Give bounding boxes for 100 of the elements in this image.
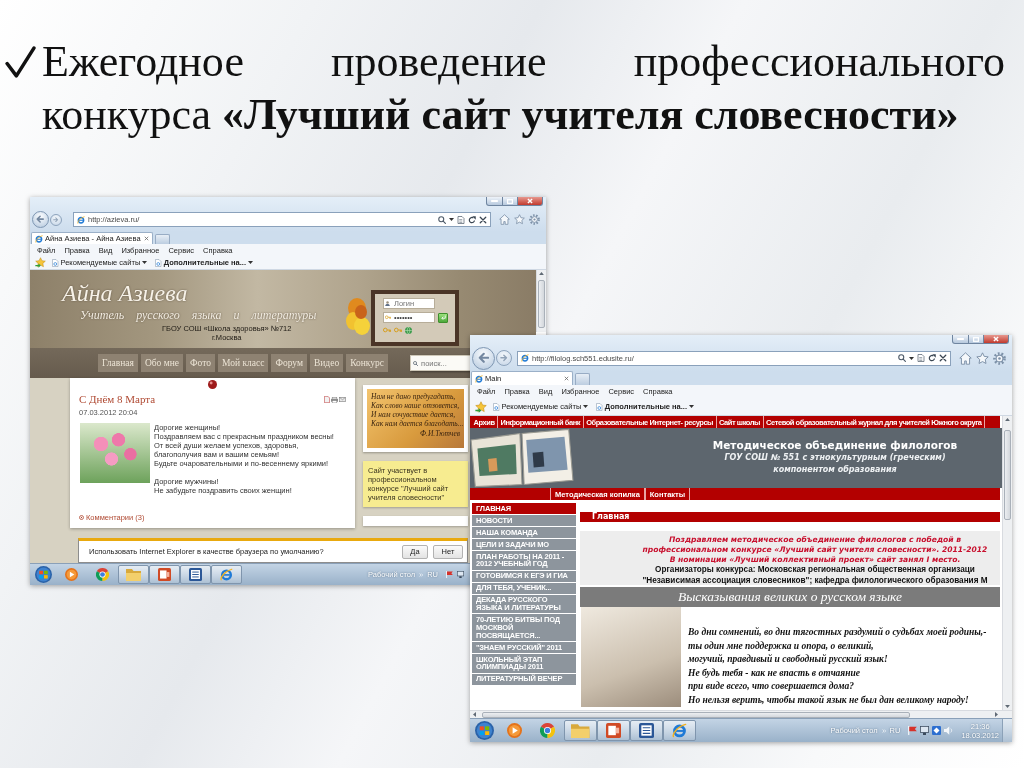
login-button[interactable] — [438, 312, 448, 323]
folder-icon — [125, 568, 142, 581]
arrow-left-icon — [36, 215, 45, 224]
arrow-right-icon — [53, 216, 59, 223]
taskbar-button[interactable] — [211, 565, 242, 584]
caret-icon — [248, 261, 254, 264]
close-icon[interactable] — [144, 236, 149, 241]
scrollbar-thumb[interactable] — [1004, 430, 1011, 520]
browser-logo-icon — [672, 723, 687, 738]
close-button[interactable] — [984, 335, 1009, 344]
taskbar-button[interactable] — [630, 720, 663, 741]
new-tab-button[interactable] — [575, 373, 590, 385]
close-button[interactable] — [518, 197, 543, 206]
close-icon — [993, 336, 999, 342]
caret-icon — [583, 405, 589, 408]
folder-icon — [571, 723, 590, 738]
arrow-up-icon — [539, 272, 544, 275]
comment-icon — [79, 515, 84, 520]
organizers-text: Организаторы конкурса: Московская региональная общественная организаци "Независимая ассоциация словесников"; кафедра филологического образования М — [642, 565, 988, 586]
show-desktop-button[interactable] — [1002, 719, 1012, 742]
taskbar-button[interactable] — [663, 720, 696, 741]
play-circle-icon — [65, 568, 78, 581]
back-button[interactable] — [32, 211, 49, 228]
app-tile-icon[interactable] — [932, 726, 942, 735]
envelope-icon[interactable] — [339, 397, 346, 402]
refresh-icon[interactable] — [928, 354, 936, 362]
section-title-bar: Высказывания великих о русском языке — [580, 587, 1000, 607]
arrow-down-icon — [1005, 705, 1010, 708]
caret-icon — [689, 405, 695, 408]
home-icon[interactable] — [959, 351, 972, 365]
taskbar-button[interactable] — [180, 565, 211, 584]
forward-button[interactable] — [50, 213, 62, 226]
monitor-icon[interactable] — [920, 726, 930, 735]
site-subtitle: ГОУ СОШ № 551 с этнокультурным (греческим) компонентом образования — [724, 452, 946, 476]
search-icon[interactable] — [438, 215, 446, 224]
taskbar-button[interactable] — [149, 565, 180, 584]
browser-logo-icon — [521, 354, 529, 362]
browser-logo-icon — [220, 568, 233, 581]
key-icon — [385, 315, 391, 320]
maximize-icon — [973, 336, 979, 342]
site-title: Методическое объединение филологов — [712, 439, 958, 452]
play-circle-icon — [507, 723, 522, 738]
site-subtitle: Учитель русского языка и литературы — [80, 308, 318, 322]
vertical-scrollbar[interactable] — [1002, 416, 1012, 710]
new-tab-button[interactable] — [155, 233, 170, 244]
check-icon — [5, 46, 36, 79]
settings-icon[interactable] — [529, 214, 540, 225]
user-icon — [385, 301, 390, 306]
tricolor-circle-icon — [96, 568, 109, 581]
flag-icon[interactable] — [446, 571, 453, 578]
document-app-icon — [639, 723, 654, 738]
star-icon[interactable] — [976, 351, 989, 365]
close-icon[interactable] — [564, 376, 569, 381]
stop-icon[interactable] — [939, 354, 947, 362]
caret-icon[interactable] — [449, 218, 454, 221]
pin-icon — [208, 380, 217, 389]
flag-icon[interactable] — [908, 726, 918, 735]
printer-icon[interactable] — [331, 396, 338, 403]
tricolor-circle-icon — [540, 723, 555, 738]
scrollbar-thumb[interactable] — [538, 280, 545, 328]
minimize-button[interactable] — [486, 197, 503, 206]
slides-app-icon — [606, 723, 621, 738]
post-title: С Днём 8 Марта — [79, 393, 156, 406]
maximize-button[interactable] — [969, 335, 984, 344]
minimize-button[interactable] — [952, 335, 969, 344]
start-orb-icon — [475, 721, 494, 740]
star-icon[interactable] — [514, 214, 525, 225]
back-button[interactable] — [472, 346, 495, 370]
maximize-icon — [507, 198, 513, 204]
page-title-bar: Главная — [580, 512, 1000, 522]
star-icon[interactable] — [475, 400, 487, 413]
document-app-icon — [189, 568, 202, 581]
site-title: Айна Азиева — [62, 280, 189, 306]
search-icon[interactable] — [898, 354, 906, 362]
globe-icon[interactable] — [405, 327, 412, 334]
photo-placeholder — [80, 423, 150, 483]
vertical-scrollbar[interactable] — [536, 270, 546, 332]
stop-icon[interactable] — [479, 215, 487, 224]
document-icon[interactable] — [324, 396, 330, 403]
maximize-button[interactable] — [503, 197, 518, 206]
scrollbar-thumb[interactable] — [482, 711, 910, 718]
slide-title: Ежегодное проведение профессионального конкурса «Лучший сайт учителя словесности» — [42, 36, 1005, 141]
minimize-icon — [491, 200, 498, 202]
minimize-icon — [957, 338, 964, 340]
web-page-icon — [493, 402, 500, 411]
page-icon[interactable] — [457, 215, 465, 224]
caret-icon[interactable] — [909, 356, 914, 360]
taskbar-button[interactable] — [597, 720, 630, 741]
page-icon[interactable] — [917, 354, 925, 362]
monitor-icon[interactable] — [457, 571, 464, 578]
caret-icon — [142, 261, 148, 264]
browser-logo-icon — [35, 234, 43, 243]
settings-icon[interactable] — [993, 351, 1006, 365]
arrow-icon — [440, 315, 446, 320]
refresh-icon[interactable] — [468, 215, 476, 224]
web-page-icon — [596, 402, 603, 411]
star-icon[interactable] — [35, 257, 46, 268]
close-icon — [527, 198, 533, 204]
home-icon[interactable] — [499, 214, 510, 225]
forward-button[interactable] — [496, 350, 512, 366]
